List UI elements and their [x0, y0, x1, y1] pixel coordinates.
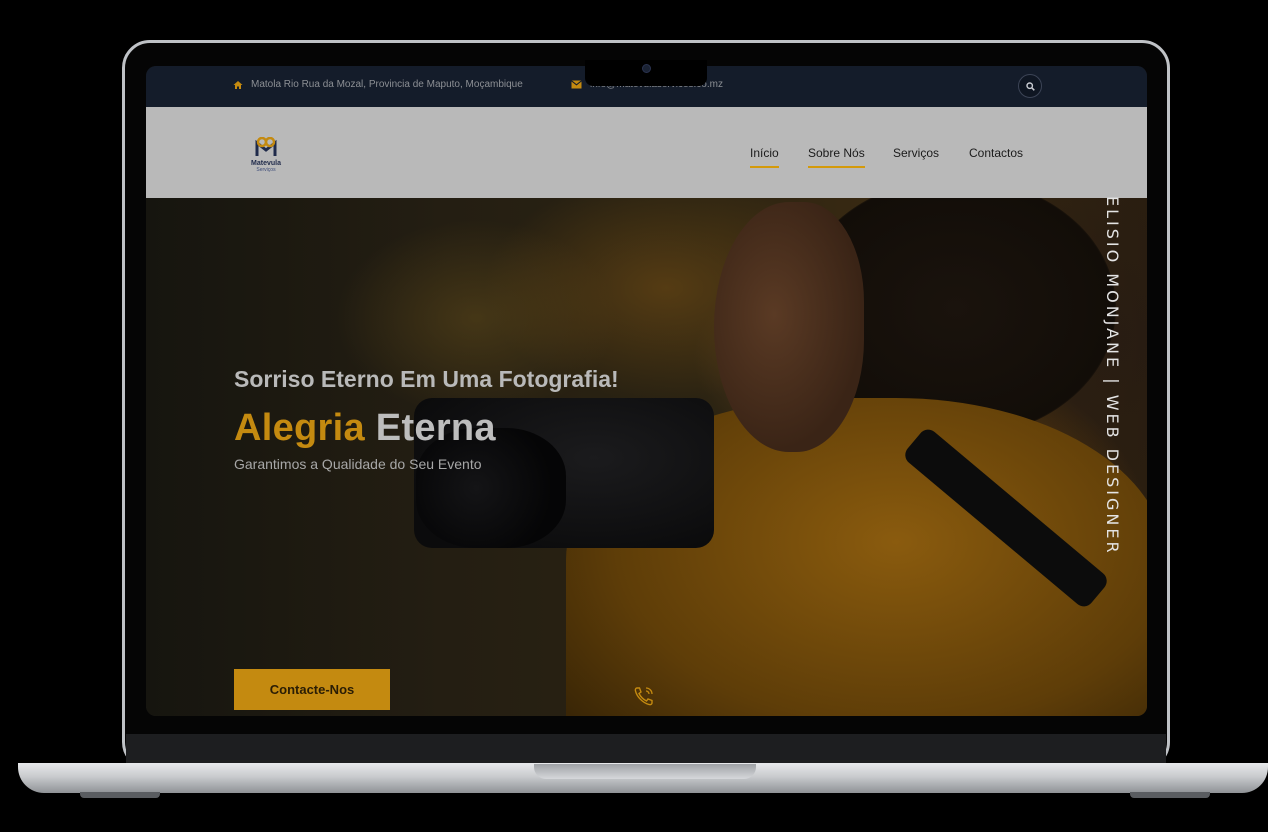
search-button[interactable] — [1018, 74, 1042, 98]
contact-us-button[interactable]: Contacte-Nos — [234, 669, 390, 710]
nav-label: Início — [750, 146, 779, 160]
hero-tagline: Garantimos a Qualidade do Seu Evento — [234, 456, 482, 472]
active-underline — [808, 166, 865, 168]
logo-subtitle: Serviços — [256, 167, 276, 173]
nav-label: Contactos — [969, 146, 1024, 160]
webcam — [642, 64, 651, 73]
brand-logo[interactable]: Matevula Serviços — [244, 136, 288, 177]
phone-icon[interactable] — [632, 684, 656, 713]
hero-text-block: Sorriso Eterno Em Uma Fotografia! Alegri… — [234, 366, 619, 472]
designer-credit: ELISIO MONJANE | WEB DESIGNER — [1103, 196, 1122, 556]
hero-section: Sorriso Eterno Em Uma Fotografia! Alegri… — [146, 198, 1147, 716]
address-info: Matola Rio Rua da Mozal, Provincia de Ma… — [233, 79, 523, 90]
hero-subtitle: Sorriso Eterno Em Uma Fotografia! — [234, 366, 619, 392]
logo-name: Matevula — [251, 160, 281, 167]
main-navbar: Matevula Serviços Início Sobre Nós Servi… — [146, 107, 1147, 198]
headline-accent: Alegria — [234, 407, 365, 449]
envelope-icon — [571, 80, 582, 89]
nav-item-servicos[interactable]: Serviços — [893, 146, 939, 160]
laptop-opening-notch — [534, 764, 756, 779]
nav-label: Sobre Nós — [808, 146, 865, 160]
headline-rest: Eterna — [375, 407, 496, 449]
hero-photo-face — [714, 202, 864, 452]
address-text: Matola Rio Rua da Mozal, Provincia de Ma… — [251, 79, 523, 90]
home-icon — [233, 80, 243, 90]
nav-label: Serviços — [893, 146, 940, 160]
laptop-foot — [1130, 792, 1210, 798]
laptop-foot — [80, 792, 160, 798]
nav-item-contactos[interactable]: Contactos — [969, 146, 1023, 160]
nav-item-inicio[interactable]: Início — [750, 146, 779, 168]
laptop-chin — [126, 734, 1166, 766]
laptop-screen: Matola Rio Rua da Mozal, Provincia de Ma… — [146, 66, 1147, 716]
active-underline — [750, 166, 779, 168]
hero-headline: Alegria Eterna — [234, 407, 619, 450]
logo-mark-icon — [255, 136, 277, 156]
search-icon — [1025, 81, 1035, 91]
nav-item-sobre-nos[interactable]: Sobre Nós — [808, 146, 865, 168]
